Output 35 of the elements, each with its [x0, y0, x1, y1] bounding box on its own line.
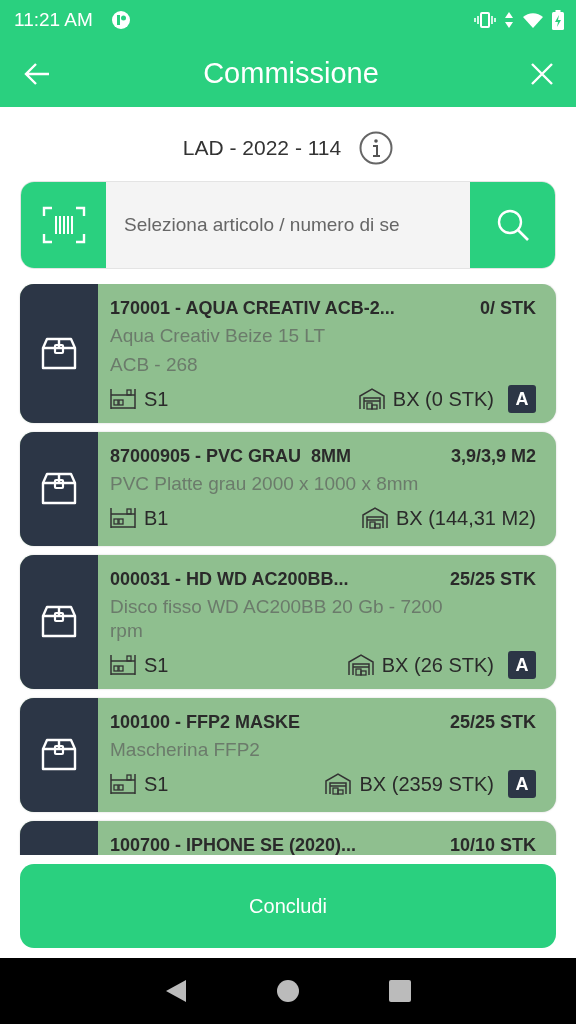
item-title: 100100 - FFP2 MASKE — [110, 712, 301, 733]
item-card[interactable]: 100700 - IPHONE SE (2020)... 10/10 STK — [20, 821, 556, 855]
item-location: S1 — [144, 772, 169, 796]
screen-title: Commissione — [203, 57, 379, 90]
item-title: 170001 - AQUA CREATIV ACB-2... — [110, 298, 395, 319]
item-stock: BX (2359 STK) — [359, 772, 494, 796]
order-number: LAD - 2022 - 114 — [182, 136, 342, 160]
item-quantity: 0/ STK — [480, 298, 536, 319]
item-quantity: 10/10 STK — [449, 835, 536, 855]
item-description: PVC Platte grau 2000 x 1000 x 8mm — [110, 472, 420, 496]
item-quantity: 25/25 STK — [449, 569, 536, 590]
item-title: 100700 - IPHONE SE (2020)... — [110, 835, 357, 855]
item-card[interactable]: 100100 - FFP2 MASKE 25/25 STK Mascherina FFP2 S1 BX (2359 STK) A — [20, 698, 556, 812]
item-badge: A — [508, 651, 536, 679]
item-location: B1 — [144, 506, 169, 530]
item-description: Mascherina FFP2 — [110, 738, 261, 762]
item-quantity: 3,9/3,9 M2 — [450, 446, 536, 467]
item-badge: A — [508, 385, 536, 413]
item-card[interactable]: 000031 - HD WD AC200BB... 25/25 STK Disco fisso WD AC200BB 20 Gb - 7200 rpm S1 BX (26 STK) A — [20, 555, 556, 689]
item-description: ACB - 268 — [110, 353, 199, 377]
item-quantity: 25/25 STK — [449, 712, 536, 733]
item-title: 000031 - HD WD AC200BB... — [110, 569, 349, 590]
item-stock: BX (26 STK) — [381, 653, 494, 677]
item-description: Aqua Creativ Beize 15 LT — [110, 324, 327, 348]
item-stock: BX (144,31 M2) — [395, 506, 536, 530]
item-card[interactable]: 170001 - AQUA CREATIV ACB-2... 0/ STK Aqua Creativ Beize 15 LT ACB - 268 S1 BX (0 STK) A — [20, 284, 556, 423]
status-time: 11:21 AM — [14, 9, 93, 31]
item-location: S1 — [144, 653, 169, 677]
item-badge: A — [508, 770, 536, 798]
item-stock: BX (0 STK) — [392, 387, 494, 411]
item-card[interactable]: 87000905 - PVC GRAU 8MM 3,9/3,9 M2 PVC Platte grau 2000 x 1000 x 8mm B1 BX (144,31 M2) — [20, 432, 556, 546]
item-title: 87000905 - PVC GRAU 8MM — [110, 446, 352, 467]
search-field[interactable]: Seleziona articolo / numero di se — [106, 182, 470, 268]
item-location: S1 — [144, 387, 169, 411]
item-description: Disco fisso WD AC200BB 20 Gb - 7200 rpm — [110, 595, 444, 643]
